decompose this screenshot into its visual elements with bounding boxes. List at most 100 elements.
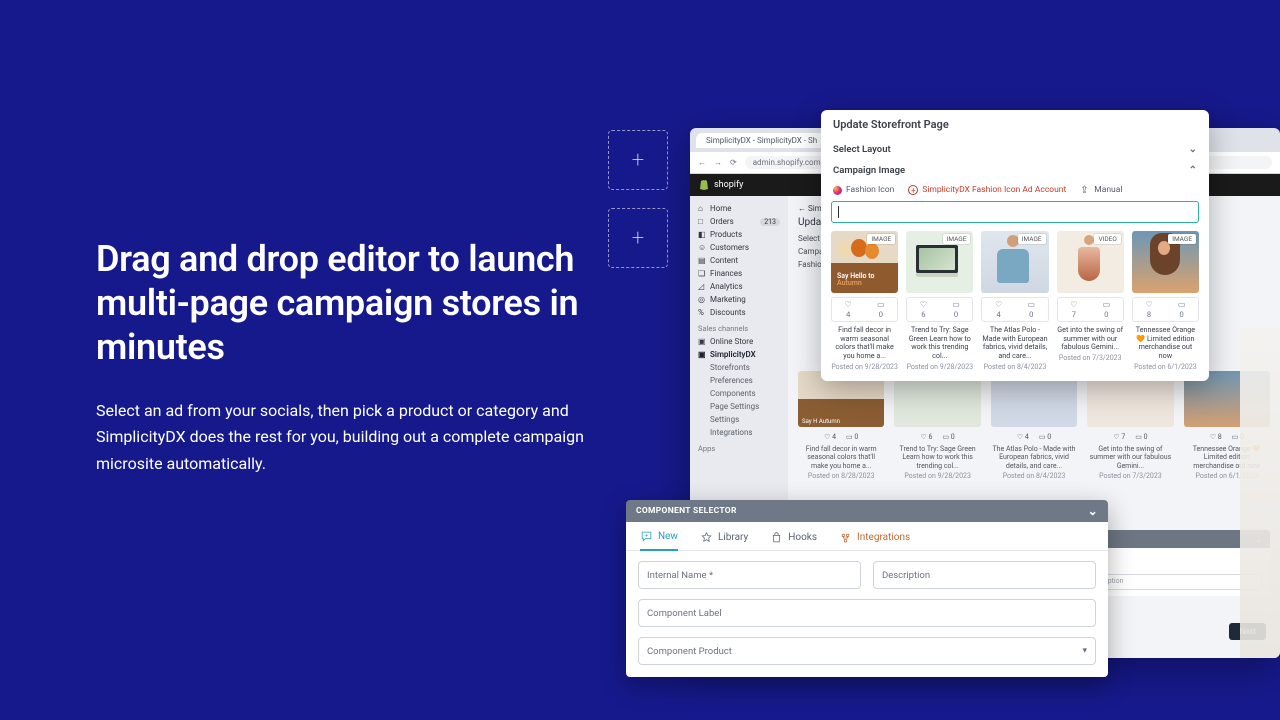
plus-icon: + [632,148,644,173]
chevron-up-icon: ⌃ [1189,165,1197,176]
forward-icon[interactable]: → [714,158,722,167]
save-icon: ▭ [1103,300,1111,309]
media-desc: The Atlas Polo - Made with European fabr… [981,326,1048,361]
orders-badge: 213 [760,218,780,226]
media-card[interactable]: Say Hello toAutumn IMAGE ♡4 ▭0 Find fall… [831,231,898,371]
tab-title: SimplicityDX - SimplicityDX - Sh [706,136,817,145]
media-date: Posted on 6/1/2023 [1132,363,1199,371]
media-thumb: Say Hello toAutumn IMAGE [831,231,898,293]
sidebar-section-apps: Apps [690,439,788,455]
upload-icon [1080,185,1090,195]
sidebar-item-orders[interactable]: □Orders213 [690,215,788,228]
media-type-badge: IMAGE [1168,234,1196,244]
media-type-badge: VIDEO [1094,234,1120,244]
component-selector-header[interactable]: COMPONENT SELECTOR ⌄ [626,500,1108,522]
component-label-field[interactable]: Component Label [638,599,1096,627]
select-layout-label: Select Layout [833,144,891,155]
media-card[interactable]: IMAGE ♡6 ▭0 Trend to Try: Sage Green Lea… [906,231,973,371]
nodes-icon [839,531,852,544]
sidebar-section-sales: Sales channels [690,319,788,335]
bg-card[interactable]: Say H Autumn ♡ 4▭ 0 Find fall decor in w… [798,371,884,480]
select-value: Component Product [647,646,732,657]
component-selector-panel: COMPONENT SELECTOR ⌄ New Library Hooks I… [626,500,1108,677]
select-layout-row[interactable]: Select Layout ⌄ [821,139,1209,160]
plus-icon: + [632,226,644,251]
sidebar-item-customers[interactable]: ☺Customers [690,241,788,254]
star-icon [700,531,713,544]
heart-icon: ♡ [1070,300,1077,309]
sidebar-item-products[interactable]: ◧Products [690,228,788,241]
component-selector-tabs: New Library Hooks Integrations [626,522,1108,551]
shopify-icon [698,179,710,191]
bg-card[interactable]: ♡ 7▭ 0 Get into the swing of summer with… [1087,371,1173,480]
marketing-body: Select an ad from your socials, then pic… [96,398,596,477]
tab-new[interactable]: New [640,530,678,551]
heart-icon: ♡ [995,300,1002,309]
sidebar-item-online-store[interactable]: ▣Online Store [690,335,788,348]
sidebar-item-analytics[interactable]: ◿Analytics [690,280,788,293]
media-card[interactable]: IMAGE ♡8 ▭0 Tennessee Orange 🧡 Limited e… [1132,231,1199,371]
reload-icon[interactable]: ⟳ [730,158,737,167]
save-icon: ▭ [877,300,885,309]
marketing-headline: Drag and drop editor to launch multi-pag… [96,238,596,370]
sidebar-subitem-components[interactable]: Components [690,387,788,400]
tab-hooks[interactable]: Hooks [770,530,817,550]
shopify-label: shopify [714,180,743,190]
browser-tab[interactable]: SimplicityDX - SimplicityDX - Sh × [696,133,841,148]
media-date: Posted on 9/28/2023 [831,363,898,371]
media-thumb: VIDEO [1057,231,1124,293]
campaign-image-row[interactable]: Campaign Image ⌃ [821,160,1209,181]
search-input[interactable] [831,201,1199,223]
save-icon: ▭ [1178,300,1186,309]
media-thumb: IMAGE [1132,231,1199,293]
tab-ad-account[interactable]: SimplicityDX Fashion Icon Ad Account [908,185,1066,195]
bag-icon [770,531,783,544]
media-thumb: IMAGE [906,231,973,293]
text-caret [838,206,839,218]
sidebar-subitem-storefronts[interactable]: Storefronts [690,361,788,374]
back-icon[interactable]: ← [698,158,706,167]
modal-title: Update Storefront Page [821,110,1209,139]
save-icon: ▭ [952,300,960,309]
media-thumb: IMAGE [981,231,1048,293]
heart-icon: ♡ [845,300,852,309]
bg-card[interactable]: ♡ 4▭ 0 The Atlas Polo - Made with Europe… [991,371,1077,480]
comment-plus-icon [640,530,653,543]
sidebar-subitem-integrations[interactable]: Integrations [690,426,788,439]
component-product-select[interactable]: Component Product ▾ [638,637,1096,665]
plus-circle-icon [908,185,918,195]
media-date: Posted on 7/3/2023 [1057,354,1124,362]
sidebar-subitem-settings[interactable]: Settings [690,413,788,426]
tab-library[interactable]: Library [700,530,748,550]
instagram-icon [833,186,842,195]
sidebar-item-simplicitydx[interactable]: ▣SimplicityDX [690,348,788,361]
description-field[interactable]: Description [873,561,1096,589]
chevron-down-icon: ⌄ [1189,144,1197,155]
chevron-down-icon[interactable]: ⌄ [1088,504,1098,518]
sidebar-item-discounts[interactable]: %Discounts [690,306,788,319]
decorative-add-slot-1: + [608,130,668,190]
sidebar-subitem-page-settings[interactable]: Page Settings [690,400,788,413]
chevron-down-icon: ▾ [1082,646,1087,656]
tab-integrations[interactable]: Integrations [839,530,910,550]
media-date: Posted on 8/4/2023 [981,363,1048,371]
tab-manual[interactable]: Manual [1080,185,1122,195]
save-icon: ▭ [1027,300,1035,309]
update-storefront-modal: Update Storefront Page Select Layout ⌄ C… [821,110,1209,381]
media-desc: Find fall decor in warm seasonal colors … [831,326,898,361]
sidebar-item-marketing[interactable]: ◎Marketing [690,293,788,306]
decorative-add-slot-2: + [608,208,668,268]
media-type-badge: IMAGE [1018,234,1046,244]
sidebar-item-content[interactable]: ▤Content [690,254,788,267]
sidebar-subitem-preferences[interactable]: Preferences [690,374,788,387]
internal-name-field[interactable]: Internal Name * [638,561,861,589]
tab-fashion-icon[interactable]: Fashion Icon [833,185,894,195]
sidebar-item-home[interactable]: ⌂Home [690,202,788,215]
media-card[interactable]: IMAGE ♡4 ▭0 The Atlas Polo - Made with E… [981,231,1048,371]
media-card[interactable]: VIDEO ♡7 ▭0 Get into the swing of summer… [1057,231,1124,371]
bg-card[interactable]: ♡ 6▭ 0 Trend to Try: Sage Green Learn ho… [894,371,980,480]
media-type-badge: IMAGE [943,234,971,244]
component-selector-title: COMPONENT SELECTOR [636,506,737,516]
sidebar-item-finances[interactable]: ❏Finances [690,267,788,280]
media-type-badge: IMAGE [867,234,895,244]
